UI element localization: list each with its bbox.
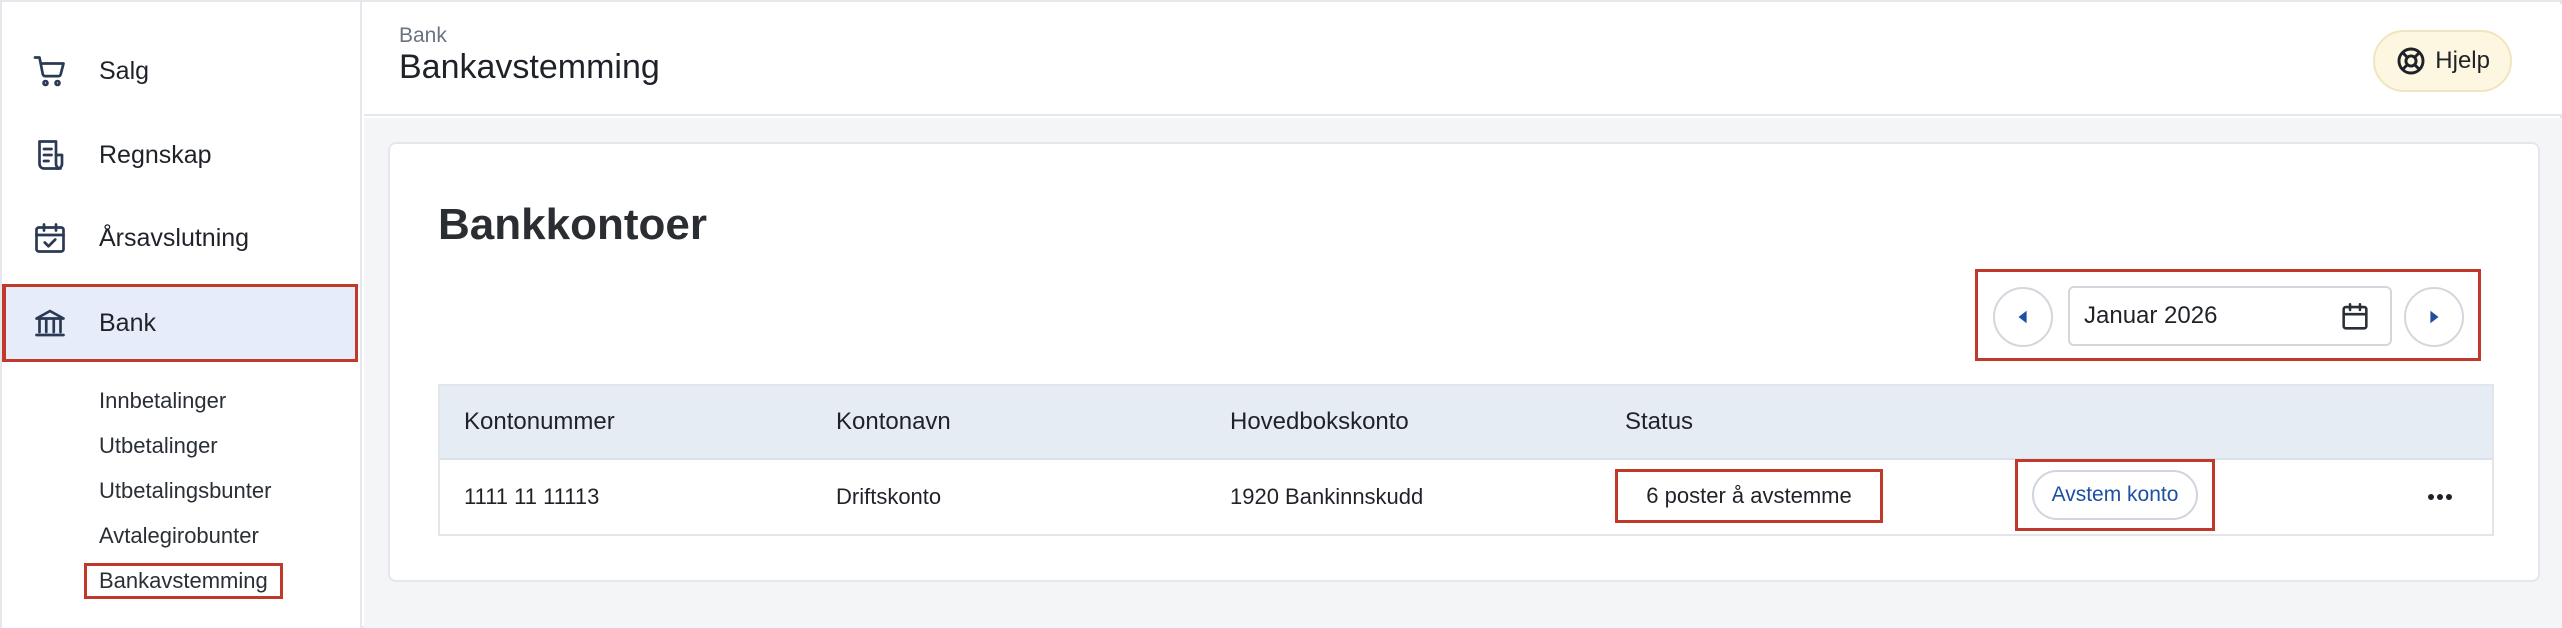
table-header: Kontonummer Kontonavn Hovedbokskonto Sta… xyxy=(440,386,2492,460)
section-title: Bankkontoer xyxy=(438,200,707,249)
ledger-icon xyxy=(38,140,64,170)
sidebar-item-regnskap[interactable]: Regnskap xyxy=(2,116,358,194)
lifebuoy-icon xyxy=(2397,47,2425,75)
row-more-button[interactable] xyxy=(2420,480,2460,514)
sidebar-item-label: Bank xyxy=(99,308,156,337)
sidebar: Salg Regnskap Årsavslutning Bank Innbeta… xyxy=(2,2,362,628)
month-value: Januar 2026 xyxy=(2084,302,2218,329)
cell-hovedbokskonto: 1920 Bankinnskudd xyxy=(1230,484,1424,509)
main-content: Bankkontoer Januar 2026 Kontonummer Kont… xyxy=(364,118,2562,628)
sidebar-item-bank[interactable]: Bank xyxy=(2,284,358,362)
subnav-item-utbetalinger[interactable]: Utbetalinger xyxy=(99,433,218,459)
sidebar-item-arsavslutning[interactable]: Årsavslutning xyxy=(2,199,358,277)
bank-accounts-table: Kontonummer Kontonavn Hovedbokskonto Sta… xyxy=(438,384,2494,536)
column-header-status: Status xyxy=(1625,408,1694,435)
calendar-check-icon xyxy=(35,223,65,253)
column-header-kontonavn: Kontonavn xyxy=(836,408,951,435)
more-horizontal-icon xyxy=(2428,494,2452,500)
sidebar-item-label: Årsavslutning xyxy=(99,223,250,252)
subnav-item-innbetalinger[interactable]: Innbetalinger xyxy=(99,388,226,414)
subnav-item-avtalegirobunter[interactable]: Avtalegirobunter xyxy=(99,523,259,549)
next-month-button[interactable] xyxy=(2404,287,2464,347)
help-label: Hjelp xyxy=(2435,47,2490,74)
sidebar-item-salg[interactable]: Salg xyxy=(2,32,358,110)
page-title: Bankavstemming xyxy=(399,48,660,86)
subnav-item-bankavstemming[interactable]: Bankavstemming xyxy=(84,563,283,599)
month-input[interactable]: Januar 2026 xyxy=(2068,286,2392,346)
help-button[interactable]: Hjelp xyxy=(2373,30,2512,92)
reconcile-account-button[interactable]: Avstem konto xyxy=(2031,470,2199,520)
caret-right-icon xyxy=(2430,310,2439,324)
month-selector: Januar 2026 xyxy=(1975,269,2481,361)
status-text: 6 poster å avstemme xyxy=(1646,483,1852,508)
column-header-hovedbokskonto: Hovedbokskonto xyxy=(1230,408,1409,435)
calendar-icon[interactable] xyxy=(2338,300,2372,334)
sidebar-item-label: Regnskap xyxy=(99,140,212,169)
app-window: Salg Regnskap Årsavslutning Bank Innbeta… xyxy=(0,0,2562,628)
prev-month-button[interactable] xyxy=(1993,287,2053,347)
cell-kontonummer: 1111 11 11113 xyxy=(464,484,600,509)
subnav-item-utbetalingsbunter[interactable]: Utbetalingsbunter xyxy=(99,478,271,504)
bank-accounts-card: Bankkontoer Januar 2026 Kontonummer Kont… xyxy=(388,142,2540,582)
reconcile-action: Avstem konto xyxy=(2015,459,2215,531)
cell-kontonavn: Driftskonto xyxy=(836,484,942,509)
breadcrumb[interactable]: Bank xyxy=(399,24,447,48)
column-header-kontonummer: Kontonummer xyxy=(464,408,615,435)
caret-left-icon xyxy=(2018,310,2027,324)
bank-icon xyxy=(35,309,65,337)
sidebar-item-label: Salg xyxy=(99,56,150,85)
page-header: Bank Bankavstemming Hjelp xyxy=(364,4,2562,116)
cart-icon xyxy=(33,56,65,87)
status-badge: 6 poster å avstemme xyxy=(1615,469,1883,523)
table-row: 1111 11 11113 Driftskonto 1920 Bankinnsk… xyxy=(440,459,2492,534)
